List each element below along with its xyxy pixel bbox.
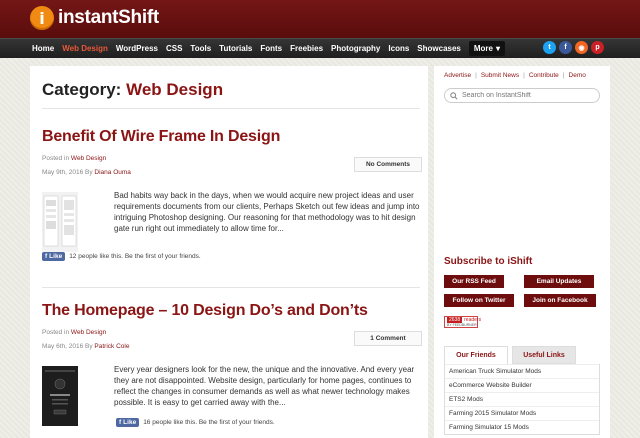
follow-twitter-button[interactable]: Follow on Twitter [444, 294, 514, 307]
nav-item-freebies[interactable]: Freebies [290, 44, 323, 53]
list-item[interactable]: eCommerce Website Builder [445, 378, 599, 392]
list-item[interactable]: ETS2 Mods [445, 392, 599, 406]
sidebar-top-links: Advertise | Submit News | Contribute | Demo [444, 72, 586, 79]
friends-list: American Truck Simulator Mods eCommerce W… [444, 364, 600, 435]
post-title-link[interactable]: The Homepage – 10 Design Do’s and Don’ts [42, 302, 368, 320]
subscribe-title: Subscribe to iShift [444, 256, 533, 267]
comments-button[interactable]: No Comments [354, 157, 422, 172]
feedburner-label: BY FEEDBURNER [447, 323, 477, 327]
nav-item-wordpress[interactable]: WordPress [116, 44, 158, 53]
nav-item-tools[interactable]: Tools [190, 44, 211, 53]
sidebar: Advertise|Submit News|Contribute|Demo Su… [434, 66, 610, 438]
more-menu-button[interactable]: More ▾ [468, 41, 506, 56]
list-item[interactable]: Farming Simulator 15 Mods [445, 420, 599, 434]
list-item[interactable]: American Truck Simulator Mods [445, 364, 599, 378]
post-category-link[interactable]: Web Design [71, 155, 106, 162]
top-link-submit-news[interactable]: Submit News [481, 72, 519, 79]
like-row: f Like 12 people like this. Be the first… [42, 252, 201, 261]
main-content: Category: Web Design Benefit Of Wire Fra… [30, 66, 428, 438]
like-label: Like [123, 419, 137, 426]
facebook-like-button[interactable]: f Like [42, 252, 66, 261]
twitter-icon[interactable]: t [543, 41, 556, 54]
post-category-meta: Posted in Web Design [42, 155, 106, 162]
sidebar-tabs: Our Friends Useful Links [444, 346, 600, 364]
nav-item-showcases[interactable]: Showcases [417, 44, 461, 53]
like-label: Like [49, 253, 63, 260]
comments-button[interactable]: 1 Comment [354, 331, 422, 346]
post-thumbnail-dark[interactable] [42, 366, 78, 426]
like-count-text: 16 people like this. Be the first of you… [143, 419, 275, 426]
post-thumbnail-wireframe[interactable] [42, 192, 78, 252]
category-prefix: Category: [42, 80, 122, 99]
facebook-like-button[interactable]: f Like [116, 418, 140, 427]
posted-in-label: Posted in [42, 329, 70, 336]
post-category-meta: Posted in Web Design [42, 329, 106, 336]
nav-items: Home Web Design WordPress CSS Tools Tutorials… [32, 39, 506, 58]
rss-feed-button[interactable]: Our RSS Feed [444, 275, 504, 288]
site-header: i instantShift [0, 0, 640, 38]
top-link-contribute[interactable]: Contribute [529, 72, 559, 79]
post-title-link[interactable]: Benefit Of Wire Frame In Design [42, 128, 280, 146]
rss-icon[interactable]: ◉ [575, 41, 588, 54]
search-icon [450, 91, 458, 100]
search-box [444, 88, 600, 103]
link-separator: | [562, 72, 565, 79]
page-title: Category: Web Design [42, 80, 223, 100]
post-date: May 9th, 2016 By [42, 169, 93, 176]
like-count-text: 12 people like this. Be the first of you… [69, 253, 201, 260]
join-facebook-button[interactable]: Join on Facebook [524, 294, 596, 307]
link-separator: | [475, 72, 477, 79]
category-name: Web Design [126, 80, 224, 99]
logo-text: instantShift [58, 7, 159, 28]
post-date-meta: May 9th, 2016 By Diana Ouma [42, 169, 131, 176]
thumbs-up-icon: f [45, 253, 48, 260]
post-date: May 6th, 2016 By [42, 343, 93, 350]
nav-item-css[interactable]: CSS [166, 44, 182, 53]
post-excerpt: Every year designers look for the new, t… [114, 365, 415, 407]
nav-item-home[interactable]: Home [32, 44, 54, 53]
list-item[interactable]: Farming 2015 Simulator Mods [445, 406, 599, 420]
thumbs-up-icon: f [119, 419, 122, 426]
nav-item-photography[interactable]: Photography [331, 44, 380, 53]
more-label: More [473, 44, 493, 53]
pinterest-icon[interactable]: p [591, 41, 604, 54]
like-row: f Like 16 people like this. Be the first… [116, 418, 275, 427]
tab-our-friends[interactable]: Our Friends [444, 346, 508, 364]
post-divider [42, 287, 420, 288]
link-separator: | [523, 72, 525, 79]
logo-icon: i [30, 6, 54, 30]
tab-useful-links[interactable]: Useful Links [512, 346, 576, 364]
social-links: t f ◉ p [543, 41, 604, 54]
email-updates-button[interactable]: Email Updates [524, 275, 594, 288]
post-date-meta: May 6th, 2016 By Patrick Cole [42, 343, 129, 350]
title-divider [42, 108, 420, 109]
search-input[interactable] [462, 92, 592, 99]
nav-item-web-design[interactable]: Web Design [62, 44, 108, 53]
post-author-link[interactable]: Patrick Cole [94, 343, 129, 350]
nav-item-tutorials[interactable]: Tutorials [219, 44, 252, 53]
top-link-advertise[interactable]: Advertise [444, 72, 471, 79]
site-logo[interactable]: i instantShift [30, 6, 159, 30]
top-link-demo[interactable]: Demo [569, 72, 586, 79]
nav-item-fonts[interactable]: Fonts [260, 44, 282, 53]
posted-in-label: Posted in [42, 155, 70, 162]
nav-item-icons[interactable]: Icons [388, 44, 409, 53]
post-excerpt: Bad habits way back in the days, when we… [114, 191, 420, 233]
facebook-icon[interactable]: f [559, 41, 572, 54]
chevron-down-icon: ▾ [496, 44, 501, 53]
post-author-link[interactable]: Diana Ouma [94, 169, 131, 176]
post-category-link[interactable]: Web Design [71, 329, 106, 336]
feedburner-badge[interactable]: 2638 readers BY FEEDBURNER [444, 316, 481, 328]
